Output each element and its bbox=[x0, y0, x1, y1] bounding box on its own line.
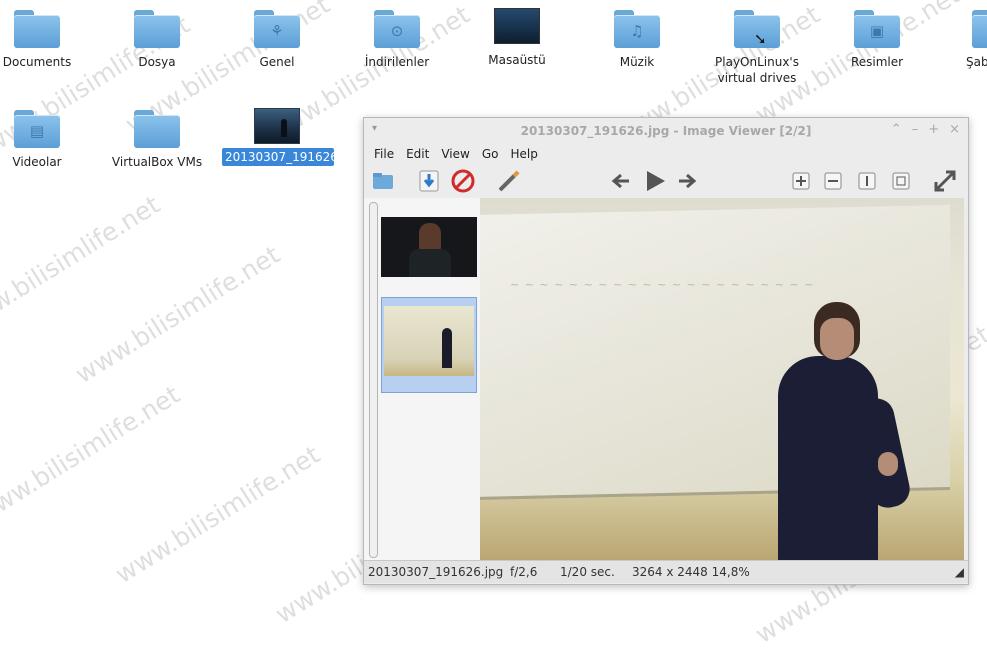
desktop-icon-label: Dosya bbox=[138, 55, 176, 69]
desktop-folder-icon bbox=[494, 8, 540, 44]
rotate-button[interactable] bbox=[854, 168, 880, 194]
desktop-icon-virtualbox[interactable]: VirtualBox VMs bbox=[102, 100, 212, 170]
next-icon bbox=[679, 173, 697, 189]
main-image: ~ ~ ~ ~ ~ ~ ~ ~ ~ ~ ~ ~ ~ ~ ~ ~ ~ ~ ~ ~ … bbox=[480, 198, 964, 560]
save-icon bbox=[419, 170, 439, 192]
previous-icon bbox=[611, 173, 629, 189]
folder-icon bbox=[134, 110, 180, 148]
edit-button[interactable] bbox=[496, 168, 522, 194]
folder-music-icon: ♫ bbox=[614, 10, 660, 48]
play-icon bbox=[647, 171, 665, 191]
status-filename: 20130307_191626.jpg bbox=[368, 565, 504, 579]
zoom-in-icon bbox=[792, 172, 810, 190]
desktop-icon-image-file[interactable]: 20130307_191626.jpg bbox=[222, 100, 360, 166]
folder-icon bbox=[14, 10, 60, 48]
previous-button[interactable] bbox=[608, 168, 634, 194]
zoom-fit-icon bbox=[892, 172, 910, 190]
desktop-icon-label: VirtualBox VMs bbox=[111, 155, 203, 169]
folder-videos-icon: ▤ bbox=[14, 110, 60, 148]
status-shutter: 1/20 sec. bbox=[560, 565, 615, 579]
window-title: 20130307_191626.jpg - Image Viewer [2/2] bbox=[520, 124, 812, 138]
watermark-text: www.bilisimlife.net bbox=[0, 379, 185, 530]
image-file-icon bbox=[254, 108, 300, 144]
toolbar bbox=[364, 164, 968, 198]
open-folder-icon bbox=[373, 173, 393, 189]
thumbnail-sidebar bbox=[364, 198, 480, 560]
folder-link-icon: ➘ bbox=[734, 10, 780, 48]
desktop-icon-label: 20130307_191626.jpg bbox=[222, 148, 360, 166]
thumbnail-image-1[interactable] bbox=[381, 217, 477, 277]
edit-icon bbox=[498, 170, 520, 192]
delete-icon bbox=[451, 169, 475, 193]
menu-file[interactable]: File bbox=[368, 144, 400, 164]
desktop-icon-label: PlayOnLinux's virtual drives bbox=[715, 55, 799, 85]
window-titlebar[interactable]: ▾ 20130307_191626.jpg - Image Viewer [2/… bbox=[364, 118, 968, 144]
rotate-icon bbox=[858, 172, 876, 190]
folder-icon bbox=[134, 10, 180, 48]
folder-pictures-icon: ▣ bbox=[854, 10, 900, 48]
desktop-icon-label: Müzik bbox=[619, 55, 655, 69]
folder-templates-icon bbox=[972, 10, 987, 48]
delete-button[interactable] bbox=[450, 168, 476, 194]
menubar: File Edit View Go Help bbox=[364, 144, 968, 164]
viewer-content: ~ ~ ~ ~ ~ ~ ~ ~ ~ ~ ~ ~ ~ ~ ~ ~ ~ ~ ~ ~ … bbox=[364, 198, 968, 560]
next-button[interactable] bbox=[674, 168, 700, 194]
status-aperture: f/2,6 bbox=[510, 565, 538, 579]
save-button[interactable] bbox=[416, 168, 442, 194]
desktop-icon-sablonlar[interactable]: Şab bbox=[942, 0, 987, 70]
watermark-text: www.bilisimlife.net bbox=[110, 439, 325, 590]
thumbnail-scrollbar[interactable] bbox=[369, 202, 378, 558]
desktop-icon-label: Videolar bbox=[12, 155, 62, 169]
desktop-icon-muzik[interactable]: ♫ Müzik bbox=[582, 0, 692, 70]
close-icon[interactable]: × bbox=[949, 122, 960, 137]
fullscreen-icon bbox=[934, 170, 956, 192]
desktop-icon-videolar[interactable]: ▤ Videolar bbox=[0, 100, 92, 170]
desktop-icon-label: Resimler bbox=[850, 55, 904, 69]
minimize-icon[interactable]: – bbox=[912, 122, 919, 137]
desktop-icon-dosya[interactable]: Dosya bbox=[102, 0, 212, 70]
fullscreen-button[interactable] bbox=[932, 168, 958, 194]
desktop-icon-masaustu[interactable]: Masaüstü bbox=[462, 0, 572, 68]
folder-share-icon: ⚘ bbox=[254, 10, 300, 48]
open-folder-button[interactable] bbox=[370, 168, 396, 194]
menu-go[interactable]: Go bbox=[476, 144, 505, 164]
play-button[interactable] bbox=[642, 168, 668, 194]
desktop-icon-resimler[interactable]: ▣ Resimler bbox=[822, 0, 932, 70]
desktop-icon-label: Genel bbox=[259, 55, 295, 69]
zoom-out-icon bbox=[824, 172, 842, 190]
statusbar: 20130307_191626.jpg f/2,6 1/20 sec. 3264… bbox=[364, 560, 968, 583]
zoom-fit-button[interactable] bbox=[888, 168, 914, 194]
menu-view[interactable]: View bbox=[435, 144, 475, 164]
resize-grip-icon[interactable]: ◢ bbox=[955, 565, 964, 580]
menu-help[interactable]: Help bbox=[504, 144, 543, 164]
desktop-icon-label: Documents bbox=[2, 55, 72, 69]
desktop-icon-label: İndirilenler bbox=[364, 55, 430, 69]
pin-icon[interactable]: ⌃ bbox=[891, 122, 902, 137]
desktop-icon-documents[interactable]: Documents bbox=[0, 0, 92, 70]
status-dimensions: 3264 x 2448 14,8% bbox=[632, 565, 750, 579]
watermark-text: www.bilisimlife.net bbox=[70, 239, 285, 390]
zoom-out-button[interactable] bbox=[820, 168, 846, 194]
image-viewer-window[interactable]: ▾ 20130307_191626.jpg - Image Viewer [2/… bbox=[363, 117, 969, 585]
desktop-icon-indirilenler[interactable]: ⊙ İndirilenler bbox=[342, 0, 452, 70]
desktop-icon-genel[interactable]: ⚘ Genel bbox=[222, 0, 332, 70]
zoom-in-button[interactable] bbox=[788, 168, 814, 194]
thumbnail-image-2-selected[interactable] bbox=[381, 297, 477, 393]
watermark-text: www.bilisimlife.net bbox=[0, 189, 165, 340]
maximize-icon[interactable]: + bbox=[928, 122, 939, 137]
folder-download-icon: ⊙ bbox=[374, 10, 420, 48]
desktop-icon-label: Masaüstü bbox=[488, 53, 546, 67]
desktop-icon-label: Şab bbox=[966, 55, 987, 69]
menu-edit[interactable]: Edit bbox=[400, 144, 435, 164]
desktop-icon-playonlinux[interactable]: ➘ PlayOnLinux's virtual drives bbox=[702, 0, 812, 86]
